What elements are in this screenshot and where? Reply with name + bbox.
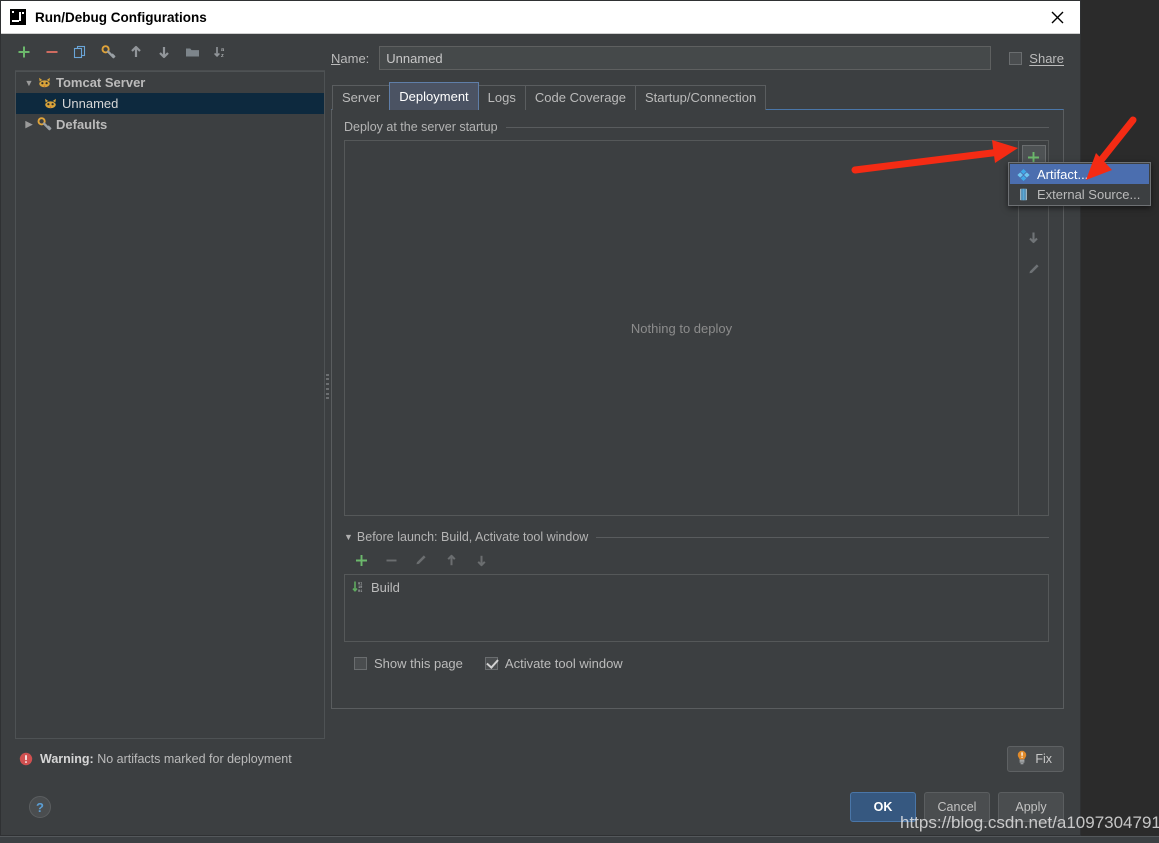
fix-button-label: Fix (1035, 752, 1052, 766)
show-this-page-checkbox-group[interactable]: Show this page (354, 656, 463, 671)
dialog-title: Run/Debug Configurations (35, 9, 207, 25)
before-launch-section: ▼ Before launch: Build, Activate tool wi… (344, 530, 1049, 671)
warning-text: Warning: No artifacts marked for deploym… (40, 752, 292, 766)
tree-item-label: Unnamed (62, 96, 119, 111)
dialog-titlebar: Run/Debug Configurations (1, 1, 1080, 34)
configurations-panel: a z ▼ Tomcat Server Unnamed ▶ Defaults (1, 34, 329, 739)
artifact-icon (1015, 166, 1031, 182)
configuration-tabs: Server Deployment Logs Code Coverage Sta… (331, 82, 1064, 110)
before-launch-task-list[interactable]: 01 10 01 Build (344, 574, 1049, 642)
tomcat-icon (42, 96, 58, 112)
before-launch-toolbar (352, 550, 1049, 570)
tab-code-coverage[interactable]: Code Coverage (524, 85, 636, 110)
move-task-down-button[interactable] (472, 551, 490, 569)
svg-text:z: z (221, 53, 224, 59)
copy-icon[interactable] (71, 43, 89, 61)
section-divider (596, 536, 1049, 538)
name-row: Name: Share (331, 46, 1064, 70)
lightbulb-icon (1015, 750, 1029, 768)
build-icon: 01 10 01 (351, 579, 367, 595)
before-launch-checkboxes: Show this page Activate tool window (344, 656, 1049, 671)
chevron-right-icon[interactable]: ▶ (22, 118, 36, 132)
list-item[interactable]: 01 10 01 Build (345, 577, 1048, 597)
chevron-down-icon[interactable]: ▼ (344, 532, 353, 542)
tree-item-unnamed[interactable]: Unnamed (16, 93, 324, 114)
splitter-handle (325, 373, 329, 400)
deploy-section-header: Deploy at the server startup (344, 120, 1049, 134)
show-this-page-label: Show this page (374, 656, 463, 671)
edit-task-button[interactable] (412, 551, 430, 569)
wrench-icon[interactable] (99, 43, 117, 61)
deploy-empty-message: Nothing to deploy (630, 320, 733, 336)
run-debug-configurations-dialog: Run/Debug Configurations a z ▼ Tomcat Se… (0, 0, 1081, 836)
external-source-icon (1015, 186, 1031, 202)
tomcat-icon (36, 75, 52, 91)
before-launch-header[interactable]: ▼ Before launch: Build, Activate tool wi… (344, 530, 1049, 544)
configurations-toolbar: a z (1, 38, 327, 66)
menu-item-external-source[interactable]: External Source... (1010, 184, 1149, 204)
help-button[interactable]: ? (29, 796, 51, 818)
svg-text:01: 01 (358, 590, 362, 594)
minus-icon[interactable] (43, 43, 61, 61)
share-label: Share (1029, 50, 1064, 66)
menu-item-label: Artifact... (1037, 166, 1089, 182)
configurations-tree[interactable]: ▼ Tomcat Server Unnamed ▶ Defaults (15, 70, 325, 739)
fix-button[interactable]: Fix (1007, 746, 1064, 772)
tree-item-tomcat-server[interactable]: ▼ Tomcat Server (16, 72, 324, 93)
task-label: Build (371, 579, 400, 595)
section-divider (505, 126, 1049, 128)
folder-icon[interactable] (183, 43, 201, 61)
name-input[interactable] (379, 46, 992, 70)
warning-bar: Warning: No artifacts marked for deploym… (19, 739, 1064, 779)
tab-server[interactable]: Server (332, 85, 391, 110)
configuration-editor-panel: Name: Share Server Deployment Logs Code … (327, 34, 1080, 739)
deployment-tab-panel: Deploy at the server startup Nothing to … (331, 109, 1064, 709)
activate-tool-window-checkbox[interactable] (484, 657, 498, 670)
tab-deployment[interactable]: Deployment (389, 82, 479, 110)
add-artifact-popup-menu[interactable]: Artifact... External Source... (1008, 162, 1151, 206)
menu-item-label: External Source... (1037, 186, 1141, 202)
tree-item-label: Tomcat Server (56, 75, 146, 90)
deploy-area: Nothing to deploy (344, 140, 1049, 516)
wrench-icon (36, 117, 52, 133)
edit-artifact-button[interactable] (1022, 257, 1046, 281)
menu-item-artifact[interactable]: Artifact... (1010, 164, 1149, 184)
tree-item-defaults[interactable]: ▶ Defaults (16, 114, 324, 135)
arrow-up-icon[interactable] (127, 43, 145, 61)
panel-splitter[interactable] (323, 34, 331, 739)
chevron-down-icon[interactable]: ▼ (22, 76, 36, 90)
show-this-page-checkbox[interactable] (354, 657, 367, 670)
warning-message: No artifacts marked for deployment (97, 752, 292, 766)
dialog-body: a z ▼ Tomcat Server Unnamed ▶ Defaults N… (1, 34, 1080, 739)
tab-logs[interactable]: Logs (477, 85, 526, 110)
share-checkbox-group[interactable]: Share (1009, 51, 1064, 66)
screenshot-root: Run/Debug Configurations a z ▼ Tomcat Se… (0, 0, 1159, 843)
error-circle-icon (19, 752, 33, 766)
desktop-taskbar-strip (0, 836, 1159, 843)
panel-bottom-spacer (331, 709, 1064, 739)
activate-tool-window-label: Activate tool window (504, 656, 623, 671)
share-checkbox[interactable] (1009, 51, 1023, 65)
deploy-section-title: Deploy at the server startup (344, 120, 498, 134)
deploy-list[interactable]: Nothing to deploy (344, 140, 1019, 516)
warning-prefix: Warning: (40, 752, 94, 766)
plus-icon[interactable] (15, 43, 33, 61)
move-task-up-button[interactable] (442, 551, 460, 569)
close-icon[interactable] (1034, 1, 1080, 33)
tree-item-label: Defaults (56, 117, 108, 132)
name-label: Name: (331, 50, 370, 66)
configurations-tree-inner: ▼ Tomcat Server Unnamed ▶ Defaults (15, 71, 325, 739)
add-task-button[interactable] (352, 551, 370, 569)
intellij-idea-icon (10, 9, 26, 25)
sort-az-icon[interactable]: a z (211, 43, 229, 61)
activate-tool-window-checkbox-group[interactable]: Activate tool window (484, 656, 623, 671)
tab-startup-connection[interactable]: Startup/Connection (634, 85, 767, 110)
arrow-down-icon[interactable] (155, 43, 173, 61)
watermark-text: https://blog.csdn.net/a1097304791 (900, 813, 1159, 832)
before-launch-title: Before launch: Build, Activate tool wind… (356, 530, 589, 544)
move-down-button[interactable] (1022, 225, 1046, 249)
remove-task-button[interactable] (382, 551, 400, 569)
